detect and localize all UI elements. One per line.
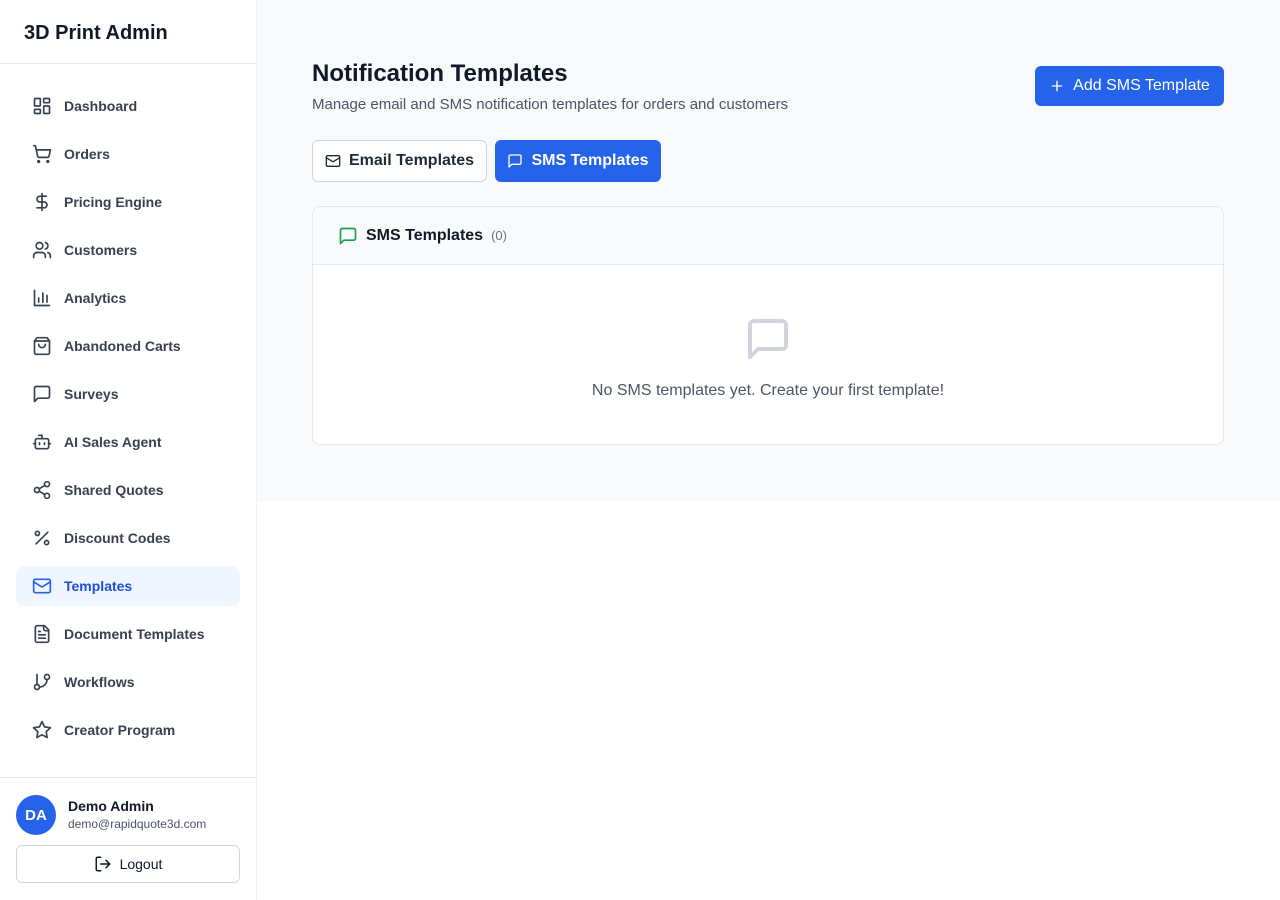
users-icon [32, 240, 52, 260]
bar-chart-icon [32, 288, 52, 308]
add-sms-template-button[interactable]: Add SMS Template [1035, 66, 1224, 106]
sms-templates-card: SMS Templates (0) No SMS templates yet. … [312, 206, 1224, 445]
sidebar-item-label: Templates [64, 578, 133, 594]
sidebar-item-workflows[interactable]: Workflows [16, 662, 240, 702]
sidebar-item-label: Document Templates [64, 626, 205, 642]
sidebar-item-ai-sales-agent[interactable]: AI Sales Agent [16, 422, 240, 462]
user-profile: DA Demo Admin demo@rapidquote3d.com [16, 795, 240, 835]
sidebar-item-customers[interactable]: Customers [16, 230, 240, 270]
user-name: Demo Admin [68, 798, 154, 814]
star-icon [32, 720, 52, 740]
sidebar-footer: DA Demo Admin demo@rapidquote3d.com Logo… [0, 777, 256, 883]
sidebar-item-label: Shared Quotes [64, 482, 164, 498]
tab-label: SMS Templates [531, 152, 649, 169]
sidebar-item-label: Workflows [64, 674, 135, 690]
sidebar-item-orders[interactable]: Orders [16, 134, 240, 174]
sidebar-item-discount-codes[interactable]: Discount Codes [16, 518, 240, 558]
add-button-label: Add SMS Template [1073, 77, 1210, 94]
logout-label: Logout [119, 856, 163, 872]
tab-sms-templates[interactable]: SMS Templates [495, 140, 661, 182]
message-square-icon [32, 384, 52, 404]
shopping-bag-icon [32, 336, 52, 356]
mail-icon [32, 576, 52, 596]
logout-icon [94, 855, 112, 873]
sidebar: 3D Print Admin Dashboard Orders Pricing … [0, 0, 257, 900]
empty-state: No SMS templates yet. Create your first … [313, 265, 1223, 400]
sidebar-item-label: Analytics [64, 290, 127, 306]
sidebar-item-shared-quotes[interactable]: Shared Quotes [16, 470, 240, 510]
bot-icon [32, 432, 52, 452]
sidebar-item-label: Discount Codes [64, 530, 171, 546]
sidebar-item-label: Creator Program [64, 722, 176, 738]
mail-icon [325, 153, 341, 169]
sidebar-item-templates[interactable]: Templates [16, 566, 240, 606]
dollar-icon [32, 192, 52, 212]
sidebar-item-label: Abandoned Carts [64, 338, 181, 354]
plus-icon [1049, 78, 1065, 94]
sidebar-item-label: Pricing Engine [64, 194, 163, 210]
sidebar-item-pricing-engine[interactable]: Pricing Engine [16, 182, 240, 222]
sidebar-item-surveys[interactable]: Surveys [16, 374, 240, 414]
sidebar-item-abandoned-carts[interactable]: Abandoned Carts [16, 326, 240, 366]
tab-label: Email Templates [348, 152, 475, 169]
sidebar-item-label: Customers [64, 242, 138, 258]
dashboard-icon [32, 96, 52, 116]
main-content: Notification Templates Manage email and … [257, 0, 1280, 501]
card-header: SMS Templates (0) [313, 207, 1223, 265]
sidebar-item-creator-program[interactable]: Creator Program [16, 710, 240, 750]
sidebar-item-label: Orders [64, 146, 110, 162]
sidebar-item-label: Surveys [64, 386, 119, 402]
share-icon [32, 480, 52, 500]
tab-email-templates[interactable]: Email Templates [312, 140, 487, 182]
empty-state-text: No SMS templates yet. Create your first … [591, 382, 945, 399]
sidebar-item-label: AI Sales Agent [64, 434, 162, 450]
message-square-icon [507, 153, 523, 169]
logout-button[interactable]: Logout [16, 845, 240, 883]
sidebar-item-dashboard[interactable]: Dashboard [16, 86, 240, 126]
brand-title: 3D Print Admin [0, 0, 256, 64]
git-branch-icon [32, 672, 52, 692]
sidebar-item-analytics[interactable]: Analytics [16, 278, 240, 318]
percent-icon [32, 528, 52, 548]
message-square-icon [744, 315, 792, 363]
file-text-icon [32, 624, 52, 644]
cart-icon [32, 144, 52, 164]
card-title: SMS Templates [366, 226, 484, 244]
message-square-icon [338, 226, 358, 246]
avatar: DA [16, 795, 56, 835]
sidebar-item-label: Dashboard [64, 98, 138, 114]
page-title: Notification Templates [312, 60, 568, 87]
template-count: (0) [491, 228, 507, 243]
sidebar-nav: Dashboard Orders Pricing Engine Customer… [0, 64, 256, 750]
page-subtitle: Manage email and SMS notification templa… [312, 96, 789, 113]
sidebar-item-document-templates[interactable]: Document Templates [16, 614, 240, 654]
user-email: demo@rapidquote3d.com [68, 817, 207, 831]
